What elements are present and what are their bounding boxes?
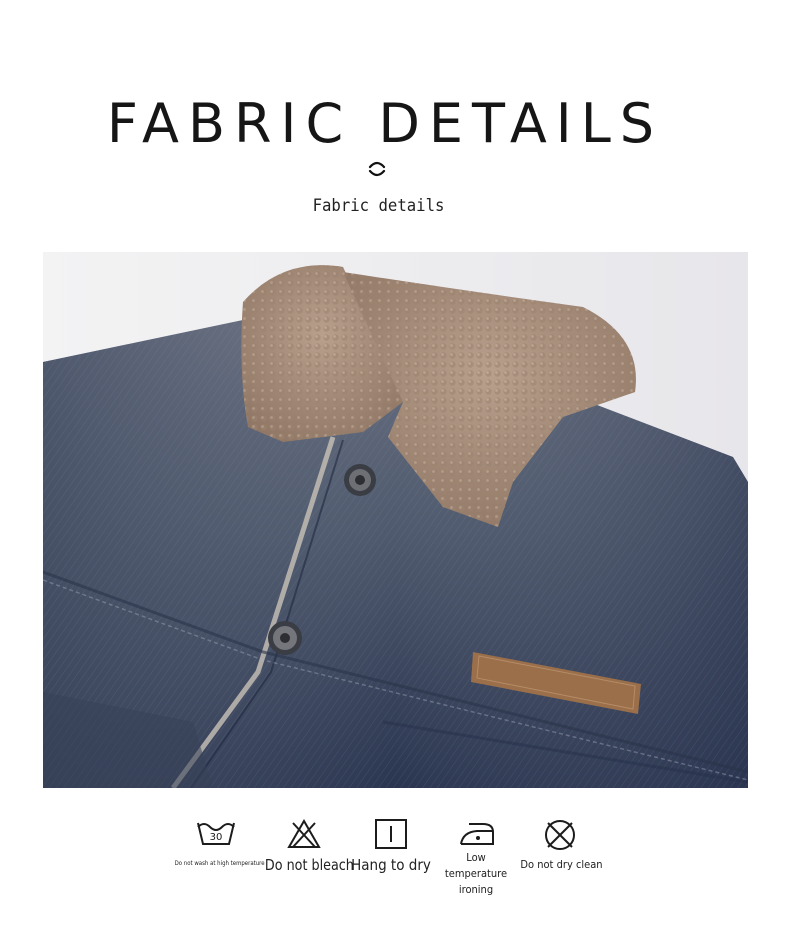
- wash-30-icon: 30: [197, 822, 235, 845]
- wash-temperature: 30: [210, 832, 223, 843]
- care-label-wash: Do not wash at high temperature: [174, 860, 265, 867]
- care-item-wash: 30 Do not wash at high temperature: [170, 818, 265, 867]
- care-item-bleach: Do not bleach: [258, 818, 354, 874]
- care-label-dry-clean: Do not dry clean: [520, 858, 603, 871]
- page-title: FABRIC DETAILS: [106, 92, 664, 155]
- care-label-hang-dry: Hang to dry: [351, 856, 431, 874]
- no-bleach-icon: [287, 818, 321, 848]
- product-photo: [43, 252, 748, 788]
- page-subtitle: Fabric details: [312, 196, 445, 216]
- jacket-illustration: [43, 252, 748, 788]
- care-item-hang-dry: Hang to dry: [345, 818, 437, 874]
- care-label-iron: Low temperature ironing: [444, 851, 508, 896]
- care-item-iron: Low temperature ironing: [432, 818, 520, 898]
- care-item-dry-clean: Do not dry clean: [516, 818, 604, 871]
- chevron-divider-icon: [368, 161, 386, 177]
- no-dry-clean-icon: [545, 820, 575, 850]
- care-label-bleach: Do not bleach: [264, 856, 354, 874]
- low-iron-icon: [460, 823, 494, 845]
- button-top: [344, 464, 376, 496]
- hang-dry-icon: [375, 819, 407, 849]
- care-instructions: 30 Do not wash at high temperature Do no…: [0, 812, 790, 896]
- button-middle: [268, 621, 302, 655]
